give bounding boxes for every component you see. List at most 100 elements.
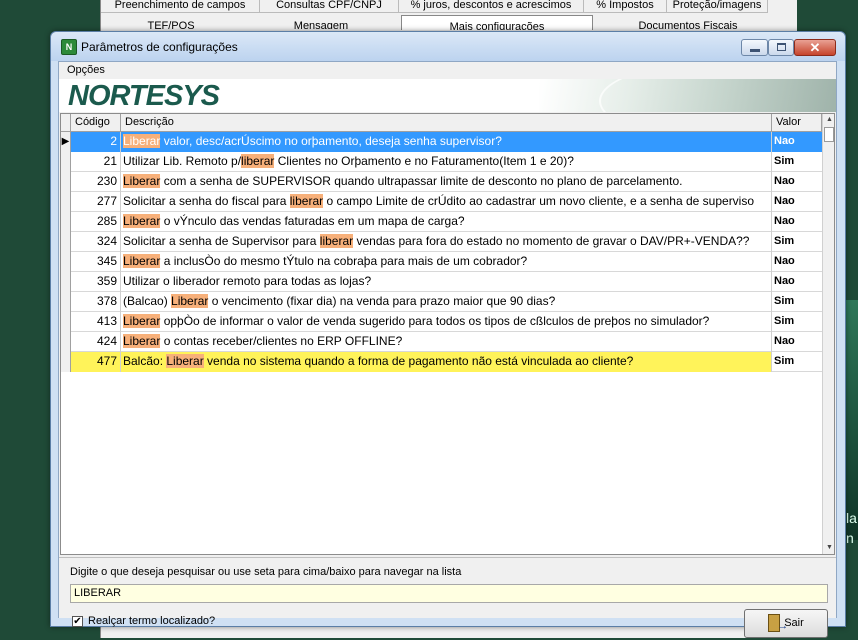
header-indicator <box>61 114 71 131</box>
tab-protecao[interactable]: Proteção/imagens <box>667 0 768 13</box>
table-row[interactable]: 477 Balcão: Liberar venda no sistema quan… <box>61 352 822 372</box>
cell-codigo: 2 <box>71 132 121 152</box>
maximize-icon <box>777 43 786 51</box>
table-row[interactable]: 21 Utilizar Lib. Remoto p/liberar Cliente… <box>61 152 822 172</box>
search-match-highlight: liberar <box>241 154 275 168</box>
row-indicator[interactable]: ▶ <box>61 132 71 152</box>
description-text: valor, desc/acrÚscimo no orþamento, dese… <box>160 134 502 148</box>
search-match-highlight: Liberar <box>123 254 161 268</box>
title-bar[interactable]: N Parâmetros de configurações ✕ <box>51 32 845 61</box>
vertical-scrollbar[interactable]: ▲ ▼ <box>822 114 834 554</box>
scroll-thumb[interactable] <box>824 127 834 142</box>
row-indicator[interactable] <box>61 192 71 212</box>
scroll-up-icon[interactable]: ▲ <box>824 114 834 126</box>
header-valor[interactable]: Valor <box>772 114 822 131</box>
description-text: venda no sistema quando a forma de pagam… <box>203 354 634 368</box>
cell-valor[interactable]: Sim <box>772 312 822 332</box>
cell-valor[interactable]: Sim <box>772 232 822 252</box>
exit-button[interactable]: Sair <box>744 609 828 640</box>
row-indicator[interactable] <box>61 252 71 272</box>
row-indicator[interactable] <box>61 172 71 192</box>
table-row[interactable]: 324 Solicitar a senha de Supervisor para … <box>61 232 822 252</box>
cell-valor[interactable]: Nao <box>772 132 822 152</box>
row-indicator[interactable] <box>61 352 71 372</box>
table-row[interactable]: 285 Liberar o vÝnculo das vendas faturada… <box>61 212 822 232</box>
table-row[interactable]: 230 Liberar com a senha de SUPERVISOR qua… <box>61 172 822 192</box>
cell-descricao: Liberar opþÒo de informar o valor de ven… <box>121 312 772 332</box>
search-panel: Digite o que deseja pesquisar ou use set… <box>59 557 836 640</box>
highlight-checkbox[interactable]: ✔ <box>72 616 83 627</box>
row-indicator[interactable] <box>61 332 71 352</box>
row-indicator[interactable] <box>61 312 71 332</box>
description-text: a inclusÒo do mesmo tÝtulo na cobraþa pa… <box>160 254 528 268</box>
menu-opcoes[interactable]: Opções <box>67 64 105 76</box>
description-text: Solicitar a senha de Supervisor para <box>123 234 320 248</box>
minimize-button[interactable] <box>741 39 768 56</box>
tab-impostos[interactable]: % Impostos <box>584 0 667 13</box>
tab-tef-pos[interactable]: TEF/POS <box>101 15 241 29</box>
search-match-highlight: liberar <box>289 194 324 208</box>
search-match-highlight: Liberar <box>123 134 161 148</box>
background-tabs-row2: TEF/POS Mensagem Mais configurações Docu… <box>101 15 798 30</box>
cell-descricao: Liberar o vÝnculo das vendas faturadas e… <box>121 212 772 232</box>
cell-codigo: 359 <box>71 272 121 292</box>
row-indicator[interactable] <box>61 152 71 172</box>
search-match-highlight: Liberar <box>123 214 161 228</box>
cell-valor[interactable]: Nao <box>772 192 822 212</box>
cell-descricao: Solicitar a senha de Supervisor para lib… <box>121 232 772 252</box>
row-indicator[interactable] <box>61 292 71 312</box>
description-text: Balcão: <box>123 354 167 368</box>
tab-consultas[interactable]: Consultas CPF/CNPJ <box>260 0 399 13</box>
cell-valor[interactable]: Sim <box>772 292 822 312</box>
row-indicator[interactable] <box>61 232 71 252</box>
cell-descricao: Solicitar a senha do fiscal para liberar… <box>121 192 772 212</box>
tab-juros[interactable]: % juros, descontos e acrescimos <box>399 0 584 13</box>
description-text: (Balcao) <box>123 294 172 308</box>
tab-preenchimento[interactable]: Preenchimento de campos <box>101 0 260 13</box>
cell-codigo: 277 <box>71 192 121 212</box>
grid-rows: ▶ 2 Liberar valor, desc/acrÚscimo no orþam… <box>61 132 822 552</box>
description-text: o vÝnculo das vendas faturadas em um map… <box>160 214 465 228</box>
tab-mais-configuracoes[interactable]: Mais configurações <box>401 15 593 30</box>
cell-valor[interactable]: Sim <box>772 152 822 172</box>
cell-codigo: 345 <box>71 252 121 272</box>
table-row[interactable]: 345 Liberar a inclusÒo do mesmo tÝtulo na… <box>61 252 822 272</box>
close-button[interactable]: ✕ <box>794 39 836 56</box>
table-row[interactable]: 277 Solicitar a senha do fiscal para libe… <box>61 192 822 212</box>
cell-valor[interactable]: Sim <box>772 352 822 372</box>
cell-valor[interactable]: Nao <box>772 332 822 352</box>
cell-valor[interactable]: Nao <box>772 252 822 272</box>
banner-artwork <box>539 79 836 112</box>
cell-codigo: 230 <box>71 172 121 192</box>
menu-bar: Opções <box>59 62 836 79</box>
search-input[interactable]: LIBERAR <box>70 584 828 603</box>
tab-mensagem[interactable]: Mensagem <box>241 15 401 29</box>
empty-row <box>61 452 822 472</box>
table-row[interactable]: ▶ 2 Liberar valor, desc/acrÚscimo no orþam… <box>61 132 822 152</box>
cell-codigo: 285 <box>71 212 121 232</box>
table-row[interactable]: 413 Liberar opþÒo de informar o valor de … <box>61 312 822 332</box>
scroll-down-icon[interactable]: ▼ <box>824 542 834 554</box>
minimize-icon <box>750 49 760 52</box>
cell-descricao: Utilizar Lib. Remoto p/liberar Clientes … <box>121 152 772 172</box>
table-row[interactable]: 359 Utilizar o liberador remoto para toda… <box>61 272 822 292</box>
cell-valor[interactable]: Nao <box>772 272 822 292</box>
header-codigo[interactable]: Código <box>71 114 121 131</box>
description-text: o contas receber/clientes no ERP OFFLINE… <box>160 334 403 348</box>
row-indicator[interactable] <box>61 272 71 292</box>
highlight-checkbox-label[interactable]: Realçar termo localizado? <box>88 615 215 627</box>
row-indicator[interactable] <box>61 212 71 232</box>
empty-row <box>61 472 822 492</box>
header-descricao[interactable]: Descrição <box>121 114 772 131</box>
nortesys-logo: NORTESYS <box>68 80 220 112</box>
tab-documentos-fiscais[interactable]: Documentos Fiscais <box>593 15 783 29</box>
cell-descricao: Liberar o contas receber/clientes no ERP… <box>121 332 772 352</box>
parameters-grid[interactable]: Código Descrição Valor ▶ 2 Liberar valor, … <box>60 113 835 555</box>
cell-valor[interactable]: Nao <box>772 212 822 232</box>
table-row[interactable]: 424 Liberar o contas receber/clientes no … <box>61 332 822 352</box>
app-logo-icon: N <box>61 39 77 55</box>
maximize-button[interactable] <box>768 39 794 56</box>
table-row[interactable]: 378 (Balcao) Liberar o vencimento (fixar … <box>61 292 822 312</box>
cell-descricao: Liberar valor, desc/acrÚscimo no orþamen… <box>121 132 772 152</box>
cell-valor[interactable]: Nao <box>772 172 822 192</box>
